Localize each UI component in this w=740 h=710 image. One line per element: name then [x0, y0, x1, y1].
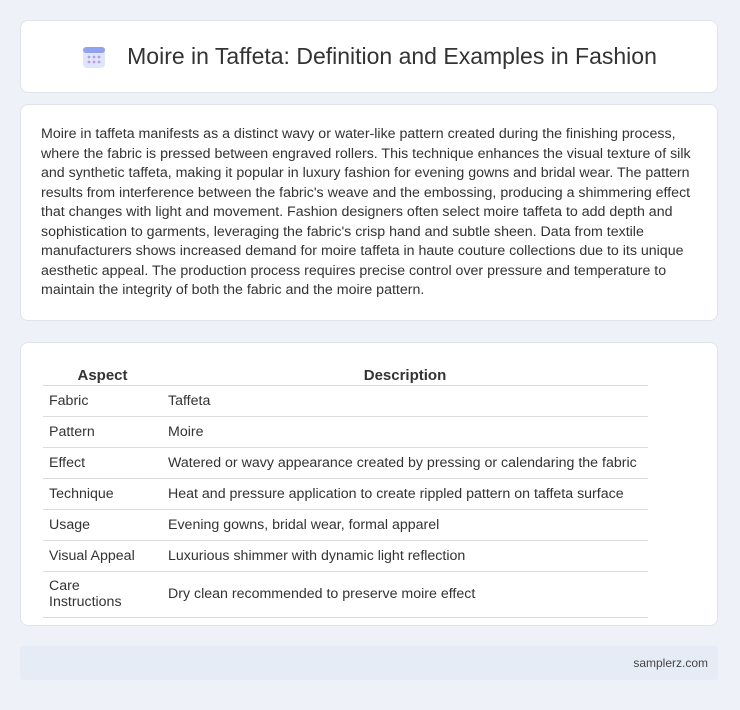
description-cell: Evening gowns, bridal wear, formal appar… — [162, 509, 648, 541]
table-row: Visual Appeal Luxurious shimmer with dyn… — [43, 540, 648, 572]
aspect-cell: Technique — [43, 478, 162, 510]
table-row: Usage Evening gowns, bridal wear, formal… — [43, 509, 648, 541]
calendar-icon — [83, 46, 106, 68]
table-header-row: Aspect Description — [43, 365, 648, 386]
header-card: Moire in Taffeta: Definition and Example… — [20, 20, 718, 93]
page-title: Moire in Taffeta: Definition and Example… — [127, 43, 657, 69]
footer-bar: samplerz.com — [20, 646, 718, 680]
aspect-table: Aspect Description Fabric Taffeta Patter… — [43, 365, 648, 618]
table-row: Technique Heat and pressure application … — [43, 478, 648, 510]
aspect-cell: Usage — [43, 509, 162, 541]
aspect-cell: Effect — [43, 447, 162, 479]
description-cell: Moire — [162, 416, 648, 448]
table-row: Pattern Moire — [43, 416, 648, 448]
column-header-description: Description — [162, 365, 648, 386]
aspect-cell: Fabric — [43, 385, 162, 417]
intro-paragraph: Moire in taffeta manifests as a distinct… — [41, 126, 691, 298]
table-row: Effect Watered or wavy appearance create… — [43, 447, 648, 479]
table-row: Fabric Taffeta — [43, 385, 648, 417]
aspect-cell: Visual Appeal — [43, 540, 162, 572]
table-row: Care Instructions Dry clean recommended … — [43, 571, 648, 618]
description-cell: Taffeta — [162, 385, 648, 417]
description-cell: Heat and pressure application to create … — [162, 478, 648, 510]
description-cell: Luxurious shimmer with dynamic light ref… — [162, 540, 648, 572]
table-card: Aspect Description Fabric Taffeta Patter… — [20, 342, 718, 626]
intro-card: Moire in taffeta manifests as a distinct… — [20, 104, 718, 321]
description-cell: Dry clean recommended to preserve moire … — [162, 571, 648, 618]
footer-site-link[interactable]: samplerz.com — [633, 656, 708, 670]
aspect-cell: Care Instructions — [43, 571, 162, 618]
column-header-aspect: Aspect — [43, 365, 162, 386]
description-cell: Watered or wavy appearance created by pr… — [162, 447, 648, 479]
aspect-cell: Pattern — [43, 416, 162, 448]
